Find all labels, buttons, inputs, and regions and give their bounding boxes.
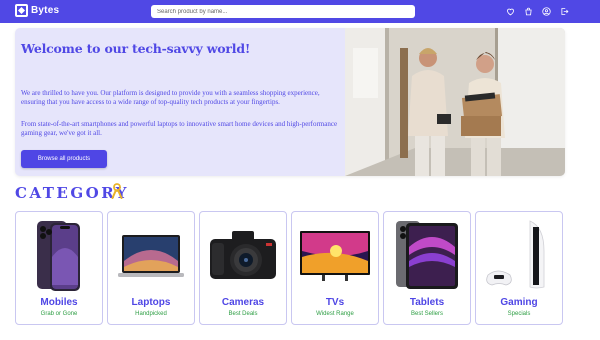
category-card-mobiles[interactable]: Mobiles Grab or Gone: [15, 211, 103, 325]
television-image: [300, 231, 370, 281]
heart-icon[interactable]: [505, 6, 515, 16]
category-subtitle: Specials: [507, 311, 531, 317]
category-name: Laptops: [131, 297, 171, 308]
brand-name: Bytes: [31, 5, 60, 16]
category-name: Tablets: [409, 297, 445, 308]
category-subtitle: Grab or Gone: [40, 311, 78, 317]
hero-delivery-photo: [345, 28, 565, 176]
category-card-laptops[interactable]: Laptops Handpicked: [107, 211, 195, 325]
browse-all-products-button[interactable]: Browse all products: [21, 150, 107, 168]
logout-icon[interactable]: [559, 6, 569, 16]
cart-icon[interactable]: [523, 6, 533, 16]
category-subtitle: Handpicked: [135, 311, 167, 317]
category-subtitle: Best Deals: [228, 311, 258, 317]
ribbon-icon: [111, 183, 123, 199]
category-card-tvs[interactable]: TVs Widest Range: [291, 211, 379, 325]
smartphone-image: [37, 221, 80, 291]
tablet-image: [396, 221, 458, 289]
camera-image: [210, 231, 276, 279]
category-card-tablets[interactable]: Tablets Best Sellers: [383, 211, 471, 325]
category-card-gaming[interactable]: Gaming Specials: [475, 211, 563, 325]
hero-banner: Welcome to our tech-savvy world! We are …: [15, 28, 565, 176]
top-navbar: Bytes: [0, 0, 600, 23]
hero-title: Welcome to our tech-savvy world!: [21, 41, 251, 56]
category-name: Mobiles: [40, 297, 78, 308]
laptop-image: [118, 235, 184, 277]
search-input[interactable]: [151, 5, 415, 18]
logo-icon: [15, 4, 28, 17]
brand-logo[interactable]: Bytes: [15, 4, 59, 17]
hero-paragraph-intro: We are thrilled to have you. Our platfor…: [21, 89, 320, 107]
category-name: TVs: [325, 297, 345, 308]
category-card-cameras[interactable]: Cameras Best Deals: [199, 211, 287, 325]
category-subtitle: Widest Range: [316, 311, 354, 317]
category-list: Mobiles Grab or Gone Laptops Handpicked …: [15, 211, 563, 325]
category-subtitle: Best Sellers: [410, 311, 443, 317]
hero-paragraph-products: From state-of-the-art smartphones and po…: [21, 120, 338, 138]
category-name: Cameras: [221, 297, 265, 308]
game-console-image: [486, 220, 545, 289]
user-icon[interactable]: [541, 6, 551, 16]
category-name: Gaming: [500, 297, 538, 308]
